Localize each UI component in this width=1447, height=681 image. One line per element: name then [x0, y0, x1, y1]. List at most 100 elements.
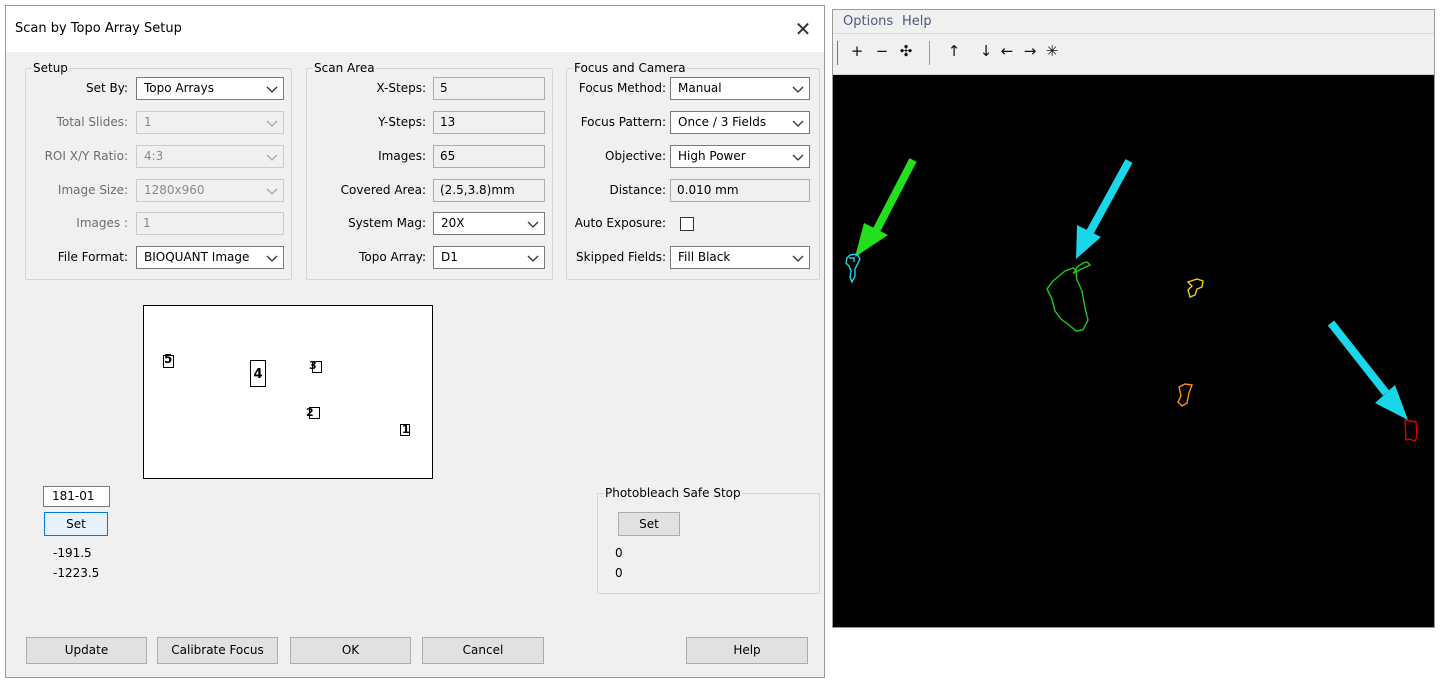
zoom-in-icon[interactable]: + — [847, 42, 867, 60]
coord-y-value: -1223.5 — [53, 566, 100, 580]
image-canvas[interactable] — [833, 75, 1434, 627]
help-button[interactable]: Help — [686, 637, 808, 664]
photobleach-set-button[interactable]: Set — [618, 512, 680, 536]
photobleach-value-2: 0 — [615, 566, 623, 580]
chevron-down-icon — [266, 255, 278, 262]
set-button[interactable]: Set — [44, 512, 108, 536]
coord-x-value: -191.5 — [53, 546, 92, 560]
file-format-value: BIOQUANT Image — [144, 250, 250, 264]
covered-area-field: (2.5,3.8)mm — [433, 179, 545, 202]
toolbar-separator — [837, 41, 838, 65]
roi-ratio-label: ROI X/Y Ratio: — [44, 149, 128, 163]
total-slides-value: 1 — [144, 115, 152, 129]
cancel-button[interactable]: Cancel — [422, 637, 544, 664]
update-button[interactable]: Update — [26, 637, 147, 664]
chevron-down-icon — [792, 255, 804, 262]
toolbar-separator — [929, 41, 930, 65]
x-steps-field: 5 — [433, 77, 545, 100]
move-down-icon[interactable]: ↓ — [976, 42, 996, 60]
system-mag-select[interactable]: 20X — [433, 212, 545, 235]
x-steps-label: X-Steps: — [376, 81, 426, 95]
set-by-label: Set By: — [85, 81, 128, 95]
chevron-down-icon — [266, 154, 278, 161]
photobleach-value-1: 0 — [615, 546, 623, 560]
set-by-select[interactable]: Topo Arrays — [136, 77, 284, 100]
chevron-down-icon — [527, 255, 539, 262]
image-size-select: 1280x960 — [136, 179, 284, 202]
images-field: 1 — [136, 212, 284, 235]
objective-select[interactable]: High Power — [670, 145, 810, 168]
objective-label: Objective: — [605, 149, 666, 163]
images-label: Images : — [76, 216, 128, 230]
viewer-toolbar: + − ✣ ↑ ↓ ← → ✳ — [833, 34, 1434, 75]
crosshair-icon[interactable]: ✳ — [1042, 42, 1062, 60]
cyan-region-outline — [845, 253, 861, 284]
total-slides-select: 1 — [136, 111, 284, 134]
chevron-down-icon — [792, 154, 804, 161]
move-left-icon[interactable]: ← — [997, 42, 1017, 60]
green-arrow-annotation — [855, 158, 917, 257]
focus-camera-group-title: Focus and Camera — [574, 61, 686, 75]
dialog-title: Scan by Topo Array Setup — [15, 21, 182, 36]
move-up-icon[interactable]: ↑ — [944, 42, 964, 60]
auto-exposure-checkbox[interactable] — [680, 217, 694, 231]
skipped-fields-value: Fill Black — [678, 250, 731, 264]
file-format-label: File Format: — [57, 250, 128, 264]
cyan-arrow-annotation — [1327, 320, 1408, 420]
focus-method-select[interactable]: Manual — [670, 77, 810, 100]
viewer-menubar: Options Help — [833, 10, 1434, 34]
roi-marker-label: 5 — [164, 352, 173, 366]
slide-preview[interactable]: 5 4 3 2 1 — [143, 305, 433, 479]
topo-array-select[interactable]: D1 — [433, 246, 545, 269]
calibrate-focus-button[interactable]: Calibrate Focus — [157, 637, 278, 664]
roi-marker-label: 1 — [402, 423, 410, 436]
yellow-region-outline — [1186, 278, 1204, 298]
covered-area-label: Covered Area: — [340, 183, 426, 197]
roi-marker-label: 2 — [306, 406, 314, 419]
topo-array-value: D1 — [441, 250, 458, 264]
roi-ratio-value: 4:3 — [144, 149, 164, 163]
auto-exposure-label: Auto Exposure: — [574, 216, 666, 230]
zoom-out-icon[interactable]: − — [872, 42, 892, 60]
roi-ratio-select: 4:3 — [136, 145, 284, 168]
menu-options[interactable]: Options — [843, 14, 893, 29]
focus-pattern-label: Focus Pattern: — [580, 115, 666, 129]
scan-images-label: Images: — [378, 149, 426, 163]
red-region-outline — [1404, 419, 1418, 442]
distance-label: Distance: — [609, 183, 666, 197]
close-button[interactable]: ✕ — [788, 14, 818, 44]
slide-id-input[interactable]: 181-01 — [43, 486, 110, 507]
menu-help[interactable]: Help — [902, 14, 932, 29]
topo-array-label: Topo Array: — [359, 250, 426, 264]
ok-button[interactable]: OK — [290, 637, 411, 664]
roi-marker-selected[interactable]: 4 — [250, 360, 266, 387]
focus-pattern-value: Once / 3 Fields — [678, 115, 767, 129]
roi-marker-label: 3 — [309, 359, 317, 372]
y-steps-field: 13 — [433, 111, 545, 134]
objective-value: High Power — [678, 149, 746, 163]
file-format-select[interactable]: BIOQUANT Image — [136, 246, 284, 269]
system-mag-label: System Mag: — [348, 216, 426, 230]
center-view-icon[interactable]: ✣ — [896, 42, 916, 60]
total-slides-label: Total Slides: — [56, 115, 128, 129]
photobleach-group: Photobleach Safe Stop — [597, 487, 820, 594]
photobleach-group-title: Photobleach Safe Stop — [605, 486, 741, 500]
chevron-down-icon — [266, 188, 278, 195]
focus-method-label: Focus Method: — [578, 81, 666, 95]
green-region-outline — [1046, 261, 1092, 332]
scan-setup-dialog: Scan by Topo Array Setup ✕ Setup Set By:… — [5, 5, 825, 678]
focus-pattern-select[interactable]: Once / 3 Fields — [670, 111, 810, 134]
annotation-overlay — [845, 158, 1418, 442]
chevron-down-icon — [792, 120, 804, 127]
chevron-down-icon — [527, 221, 539, 228]
skipped-fields-select[interactable]: Fill Black — [670, 246, 810, 269]
chevron-down-icon — [266, 120, 278, 127]
y-steps-label: Y-Steps: — [378, 115, 426, 129]
image-size-value: 1280x960 — [144, 183, 205, 197]
chevron-down-icon — [792, 86, 804, 93]
move-right-icon[interactable]: → — [1020, 42, 1040, 60]
image-viewer-window: Options Help + − ✣ ↑ ↓ ← → ✳ — [832, 9, 1435, 628]
skipped-fields-label: Skipped Fields: — [576, 250, 666, 264]
set-by-value: Topo Arrays — [144, 81, 214, 95]
image-size-label: Image Size: — [57, 183, 128, 197]
